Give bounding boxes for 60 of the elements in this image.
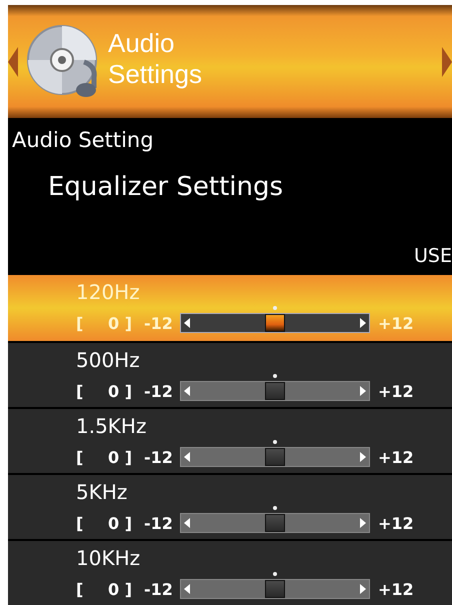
left-arrow-icon xyxy=(184,452,190,462)
position-dot-icon xyxy=(273,506,277,510)
section-label: Audio Setting xyxy=(11,127,155,152)
right-arrow-icon xyxy=(360,452,366,462)
band-row[interactable]: 5KHz [ 0 ] -12 +12 xyxy=(8,475,452,539)
bracket: [ xyxy=(76,314,84,332)
bracket: [ xyxy=(76,514,84,532)
position-dot-icon xyxy=(273,572,277,576)
min-label: -12 xyxy=(144,514,174,532)
slider-thumb[interactable] xyxy=(265,382,285,400)
band-value: 0 ] xyxy=(108,580,134,598)
right-arrow-icon xyxy=(360,518,366,528)
bracket: [ xyxy=(76,580,84,598)
band-name: 5KHz xyxy=(76,479,128,506)
band-value: 0 ] xyxy=(108,514,134,532)
slider-thumb[interactable] xyxy=(265,580,285,598)
left-arrow-icon xyxy=(184,318,190,328)
min-label: -12 xyxy=(144,580,174,598)
preset-mode: USE xyxy=(414,245,452,267)
band-name: 120Hz xyxy=(76,279,141,306)
position-dot-icon xyxy=(273,374,277,378)
slider-thumb[interactable] xyxy=(265,314,285,332)
bracket: [ xyxy=(76,382,84,400)
max-label: +12 xyxy=(378,580,414,598)
right-arrow-icon[interactable] xyxy=(442,46,452,76)
bracket: [ xyxy=(76,448,84,466)
slider-thumb[interactable] xyxy=(265,514,285,532)
left-arrow-icon xyxy=(184,584,190,594)
slider-track[interactable] xyxy=(180,447,370,467)
band-row[interactable]: 10KHz [ 0 ] -12 +12 xyxy=(8,541,452,605)
left-arrow-icon[interactable] xyxy=(8,46,18,76)
right-arrow-icon xyxy=(360,584,366,594)
min-label: -12 xyxy=(144,448,174,466)
band-value: 0 ] xyxy=(108,314,134,332)
slider-thumb[interactable] xyxy=(265,448,285,466)
band-row[interactable]: 1.5KHz [ 0 ] -12 +12 xyxy=(8,409,452,473)
band-value: 0 ] xyxy=(108,382,134,400)
max-label: +12 xyxy=(378,448,414,466)
section-title: Equalizer Settings xyxy=(47,171,284,202)
header-title: Audio Settings xyxy=(108,28,202,88)
position-dot-icon xyxy=(273,306,277,310)
slider-track[interactable] xyxy=(180,513,370,533)
max-label: +12 xyxy=(378,382,414,400)
left-arrow-icon xyxy=(184,386,190,396)
left-arrow-icon xyxy=(184,518,190,528)
slider-track[interactable] xyxy=(180,313,370,333)
band-name: 1.5KHz xyxy=(76,413,148,440)
right-arrow-icon xyxy=(360,318,366,328)
max-label: +12 xyxy=(378,514,414,532)
max-label: +12 xyxy=(378,314,414,332)
band-name: 10KHz xyxy=(76,545,142,572)
slider-track[interactable] xyxy=(180,381,370,401)
min-label: -12 xyxy=(144,314,174,332)
min-label: -12 xyxy=(144,382,174,400)
slider-track[interactable] xyxy=(180,579,370,599)
position-dot-icon xyxy=(273,440,277,444)
band-name: 500Hz xyxy=(76,347,141,374)
band-row[interactable]: 500Hz [ 0 ] -12 +12 xyxy=(8,343,452,407)
band-value: 0 ] xyxy=(108,448,134,466)
right-arrow-icon xyxy=(360,386,366,396)
